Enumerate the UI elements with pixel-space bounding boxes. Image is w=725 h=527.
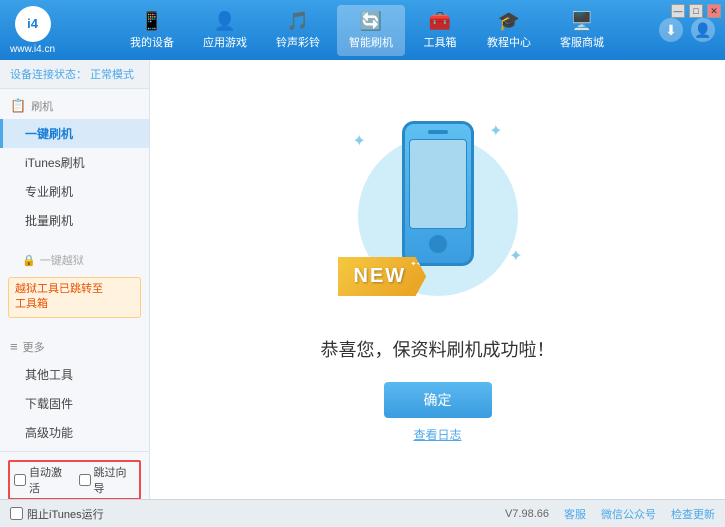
- auto-activate-label: 自动激活: [29, 464, 71, 496]
- tab-service[interactable]: 🖥️ 客服商城: [548, 5, 616, 56]
- phone-illustration: [402, 121, 474, 266]
- tab-my-device-label: 我的设备: [130, 34, 174, 50]
- more-section-header: ≡ 更多: [0, 334, 149, 360]
- auto-activate-checkbox-label[interactable]: 自动激活: [14, 464, 71, 496]
- close-button[interactable]: ✕: [707, 4, 721, 18]
- sparkle-1: ✦: [353, 131, 366, 151]
- sparkle-2: ✦: [489, 121, 502, 141]
- tab-tutorial-label: 教程中心: [487, 34, 531, 50]
- tab-service-label: 客服商城: [560, 34, 604, 50]
- tab-app-games[interactable]: 👤 应用游戏: [191, 5, 259, 56]
- connection-status: 设备连接状态： 正常模式: [0, 60, 149, 89]
- sidebar-item-download-firmware[interactable]: 下载固件: [0, 389, 149, 418]
- flash-section-header: 📋 刷机: [0, 93, 149, 119]
- status-label: 设备连接状态：: [10, 69, 87, 81]
- sidebar-item-pro-flash[interactable]: 专业刷机: [0, 177, 149, 206]
- nav-tabs: 📱 我的设备 👤 应用游戏 🎵 铃声彩铃 🔄 智能刷机 🧰 工具箱: [75, 5, 659, 56]
- sidebar-item-itunes-flash[interactable]: iTunes刷机: [0, 148, 149, 177]
- statusbar-left: 阻止iTunes运行: [10, 506, 104, 522]
- flash-section: 📋 刷机 一键刷机 iTunes刷机 专业刷机 批量刷机: [0, 89, 149, 239]
- logo-text: i4: [27, 16, 38, 31]
- toolbox-icon: 🧰: [429, 11, 451, 32]
- service-icon: 🖥️: [571, 11, 593, 32]
- sidebar: 设备连接状态： 正常模式 📋 刷机 一键刷机 iTunes刷机 专业刷机 批量刷…: [0, 60, 150, 499]
- account-button[interactable]: 👤: [691, 18, 715, 42]
- auto-activate-row: 自动激活 跳过向导: [8, 460, 141, 499]
- lock-icon: 🔒: [22, 254, 36, 267]
- phone-speaker: [428, 130, 448, 134]
- minimize-button[interactable]: —: [671, 4, 685, 18]
- logo-icon: i4: [15, 6, 51, 42]
- sidebar-item-other-tools[interactable]: 其他工具: [0, 360, 149, 389]
- skip-guide-checkbox-label[interactable]: 跳过向导: [79, 464, 136, 496]
- tab-app-games-label: 应用游戏: [203, 34, 247, 50]
- auto-activate-checkbox[interactable]: [14, 474, 26, 486]
- tab-ringtones[interactable]: 🎵 铃声彩铃: [264, 5, 332, 56]
- tab-my-device[interactable]: 📱 我的设备: [118, 5, 186, 56]
- new-badge-text: NEW: [354, 265, 407, 287]
- sidebar-bottom: 自动激活 跳过向导 📱 iPhone 15 Pro Max 512GB iPho…: [0, 451, 149, 499]
- version-text: V7.98.66: [505, 508, 549, 520]
- logo-subtext: www.i4.cn: [10, 44, 55, 55]
- tutorial-icon: 🎓: [498, 11, 520, 32]
- smart-flash-icon: 🔄: [360, 11, 382, 32]
- more-section-icon: ≡: [10, 339, 18, 354]
- logo: i4 www.i4.cn: [10, 6, 55, 55]
- tab-smart-flash-label: 智能刷机: [349, 34, 393, 50]
- maximize-button[interactable]: □: [689, 4, 703, 18]
- tab-toolbox[interactable]: 🧰 工具箱: [410, 5, 470, 56]
- my-device-icon: 📱: [141, 11, 163, 32]
- customer-service-link[interactable]: 客服: [564, 506, 586, 522]
- sparkle-3: ✦: [509, 246, 522, 266]
- statusbar: 阻止iTunes运行 V7.98.66 客服 微信公众号 检查更新: [0, 499, 725, 527]
- ringtones-icon: 🎵: [287, 11, 309, 32]
- more-section: ≡ 更多 其他工具 下载固件 高级功能: [0, 330, 149, 451]
- sidebar-item-advanced[interactable]: 高级功能: [0, 418, 149, 447]
- view-log-link[interactable]: 查看日志: [413, 426, 461, 443]
- skip-guide-checkbox[interactable]: [79, 474, 91, 486]
- header-right: ⬇ 👤: [659, 18, 715, 42]
- phone-home-button: [429, 235, 447, 253]
- main-area: 设备连接状态： 正常模式 📋 刷机 一键刷机 iTunes刷机 专业刷机 批量刷…: [0, 60, 725, 499]
- main-content: ✦ ✦ ✦ NEW ✦✦ 恭喜您，保资料刷机成功啦！ 确定 查看日志: [150, 60, 725, 499]
- itunes-checkbox[interactable]: [10, 507, 23, 520]
- download-button[interactable]: ⬇: [659, 18, 683, 42]
- tab-ringtones-label: 铃声彩铃: [276, 34, 320, 50]
- tab-toolbox-label: 工具箱: [424, 34, 457, 50]
- tab-tutorial[interactable]: 🎓 教程中心: [475, 5, 543, 56]
- confirm-button[interactable]: 确定: [384, 382, 492, 418]
- window-controls[interactable]: — □ ✕: [671, 4, 721, 18]
- flash-section-label: 刷机: [31, 98, 53, 114]
- new-badge: NEW ✦✦: [338, 257, 427, 296]
- statusbar-right: V7.98.66 客服 微信公众号 检查更新: [505, 506, 715, 522]
- success-illustration: ✦ ✦ ✦ NEW ✦✦: [348, 116, 528, 316]
- status-value: 正常模式: [90, 69, 134, 81]
- flash-section-icon: 📋: [10, 98, 26, 114]
- wechat-link[interactable]: 微信公众号: [601, 506, 656, 522]
- check-update-link[interactable]: 检查更新: [671, 506, 715, 522]
- app-games-icon: 👤: [214, 11, 236, 32]
- itunes-checkbox-label[interactable]: 阻止iTunes运行: [10, 506, 104, 522]
- skip-guide-label: 跳过向导: [94, 464, 136, 496]
- warning-text: 越狱工具已跳转至工具箱: [15, 283, 103, 310]
- more-section-label: 更多: [23, 339, 45, 355]
- sidebar-item-one-key-flash[interactable]: 一键刷机: [0, 119, 149, 148]
- phone-screen: [409, 139, 467, 229]
- sidebar-item-batch-flash[interactable]: 批量刷机: [0, 206, 149, 235]
- jailbreak-disabled: 🔒 一键越狱: [0, 247, 149, 273]
- warning-box: 越狱工具已跳转至工具箱: [8, 277, 141, 318]
- app-header: i4 www.i4.cn 📱 我的设备 👤 应用游戏 🎵 铃声彩铃 🔄: [0, 0, 725, 60]
- jailbreak-label: 一键越狱: [40, 252, 84, 268]
- itunes-label: 阻止iTunes运行: [27, 506, 104, 522]
- success-message: 恭喜您，保资料刷机成功啦！: [321, 336, 555, 362]
- tab-smart-flash[interactable]: 🔄 智能刷机: [337, 5, 405, 56]
